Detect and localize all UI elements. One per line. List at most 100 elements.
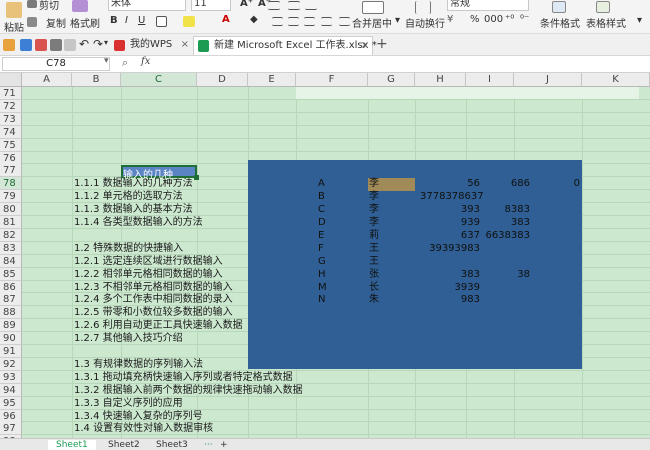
table-cell-h[interactable]: 393 <box>420 203 480 216</box>
fx-button[interactable]: fx <box>141 56 150 67</box>
table-style-dropdown-icon[interactable]: ▾ <box>637 15 642 26</box>
export-pdf-icon[interactable] <box>35 39 47 51</box>
outline-item[interactable]: 1.1.3 数据输入的基本方法 <box>74 203 193 216</box>
close-icon[interactable]: × <box>361 37 369 55</box>
column-header-e[interactable]: E <box>248 73 296 87</box>
table-cell-f[interactable]: G <box>318 255 326 268</box>
table-cell-g[interactable]: 朱 <box>369 293 379 306</box>
outline-item[interactable]: 1.3.1 拖动填充柄快速输入序列或者特定格式数据 <box>74 371 293 384</box>
column-header-f[interactable]: F <box>296 73 368 87</box>
tab-workbook[interactable]: 新建 Microsoft Excel 工作表.xlsx * × <box>193 36 377 55</box>
name-box[interactable]: C78 <box>2 57 110 71</box>
table-cell-g[interactable]: 李 <box>369 177 379 190</box>
outline-item[interactable]: 1.1.2 单元格的选取方法 <box>74 190 183 203</box>
row-header-90[interactable]: 90 <box>0 332 22 346</box>
row-header-92[interactable]: 92 <box>0 357 22 371</box>
tab-sheet1[interactable]: Sheet1 <box>48 440 96 450</box>
merge-dropdown-icon[interactable]: ▾ <box>395 15 400 26</box>
row-header-75[interactable]: 75 <box>0 138 22 152</box>
align-bottom-icon[interactable] <box>305 1 317 10</box>
outline-item[interactable]: 1.2.5 带零和小数位较多数据的输入 <box>74 306 233 319</box>
row-header-85[interactable]: 85 <box>0 267 22 281</box>
row-header-83[interactable]: 83 <box>0 241 22 255</box>
new-tab-button[interactable]: + <box>376 36 388 52</box>
distributed-icon[interactable] <box>339 17 350 26</box>
justify-icon[interactable] <box>321 17 332 26</box>
row-header-72[interactable]: 72 <box>0 99 22 113</box>
customize-qat-icon[interactable]: ▾ <box>104 38 108 47</box>
table-cell-i[interactable]: 686 <box>480 177 530 190</box>
table-cell-i[interactable]: 8383 <box>480 203 530 216</box>
format-painter-icon[interactable] <box>72 0 88 12</box>
column-header-b[interactable]: B <box>72 73 121 87</box>
row-header-77[interactable]: 77 <box>0 164 22 178</box>
paste-icon[interactable] <box>6 2 22 18</box>
table-cell-f[interactable]: B <box>318 190 325 203</box>
table-cell-j[interactable]: 0 <box>530 177 580 190</box>
row-header-82[interactable]: 82 <box>0 228 22 242</box>
outline-item[interactable]: 1.2.7 其他输入技巧介绍 <box>74 332 183 345</box>
tab-sheet3[interactable]: Sheet3 <box>148 440 196 450</box>
outline-item[interactable]: 1.4 设置有效性对输入数据审核 <box>74 422 213 435</box>
tab-my-wps[interactable]: 我的WPS × <box>110 36 192 55</box>
row-header-88[interactable]: 88 <box>0 306 22 320</box>
table-style-icon[interactable] <box>596 1 610 13</box>
row-header-79[interactable]: 79 <box>0 190 22 204</box>
table-cell-f[interactable]: M <box>318 281 327 294</box>
outline-item[interactable]: 1.2 特殊数据的快捷输入 <box>74 242 183 255</box>
font-color-icon[interactable]: A <box>222 14 230 25</box>
redo-icon[interactable]: ↷ <box>93 37 103 51</box>
align-right-icon[interactable] <box>304 17 315 26</box>
row-header-89[interactable]: 89 <box>0 319 22 333</box>
table-cell-g[interactable]: 长 <box>369 281 379 294</box>
font-size-select[interactable]: 11 <box>191 0 231 11</box>
outline-item[interactable]: 1.3.4 快速输入复杂的序列号 <box>74 410 203 423</box>
table-cell-g[interactable]: 李 <box>369 203 379 216</box>
table-cell-g[interactable]: 王 <box>369 255 379 268</box>
table-cell-h[interactable]: 637 <box>420 229 480 242</box>
increase-decimal-icon[interactable]: ⁺⁰ <box>505 14 514 25</box>
table-cell-f[interactable]: H <box>318 268 326 281</box>
font-name-select[interactable]: 宋体 <box>108 0 186 11</box>
table-cell-g[interactable]: 张 <box>369 268 379 281</box>
thousands-button[interactable]: 000 <box>484 14 503 25</box>
select-all-corner[interactable] <box>0 73 22 87</box>
row-header-76[interactable]: 76 <box>0 151 22 165</box>
close-icon[interactable]: × <box>181 36 189 54</box>
print-icon[interactable] <box>50 39 62 51</box>
table-cell-f[interactable]: F <box>318 242 324 255</box>
align-center-icon[interactable] <box>288 17 299 26</box>
table-cell-i[interactable]: 38 <box>480 268 530 281</box>
print-preview-icon[interactable] <box>64 39 76 51</box>
table-cell-h[interactable]: 383 <box>420 268 480 281</box>
table-cell-f[interactable]: A <box>318 177 325 190</box>
outline-item[interactable]: 1.2.6 利用自动更正工具快速输入数据 <box>74 319 243 332</box>
row-header-91[interactable]: 91 <box>0 345 22 358</box>
table-cell-f[interactable]: N <box>318 293 325 306</box>
row-header-93[interactable]: 93 <box>0 370 22 384</box>
row-header-95[interactable]: 95 <box>0 396 22 410</box>
table-cell-f[interactable]: D <box>318 216 326 229</box>
column-header-i[interactable]: I <box>466 73 514 87</box>
tab-sheet2[interactable]: Sheet2 <box>100 440 148 450</box>
row-header-80[interactable]: 80 <box>0 203 22 217</box>
grow-font-button[interactable]: A⁺ <box>240 0 253 9</box>
number-format-select[interactable]: 常规 <box>447 0 529 11</box>
table-style-button[interactable]: 表格样式 <box>586 15 626 30</box>
table-cell-h[interactable]: 3939 <box>420 281 480 294</box>
row-header-81[interactable]: 81 <box>0 216 22 229</box>
row-header-86[interactable]: 86 <box>0 280 22 294</box>
open-folder-icon[interactable] <box>3 39 15 51</box>
border-icon[interactable] <box>156 16 167 27</box>
table-cell-h[interactable]: 983 <box>420 293 480 306</box>
column-header-c[interactable]: C <box>121 73 197 87</box>
copy-button[interactable]: 复制 <box>46 15 66 30</box>
row-header-84[interactable]: 84 <box>0 254 22 268</box>
align-left-icon[interactable] <box>272 17 283 26</box>
column-header-k[interactable]: K <box>582 73 650 87</box>
formula-input[interactable] <box>160 57 648 71</box>
wrap-text-icon[interactable] <box>415 1 431 14</box>
row-header-97[interactable]: 97 <box>0 422 22 436</box>
table-cell-f[interactable]: C <box>318 203 325 216</box>
cond-format-button[interactable]: 条件格式 <box>540 15 580 30</box>
